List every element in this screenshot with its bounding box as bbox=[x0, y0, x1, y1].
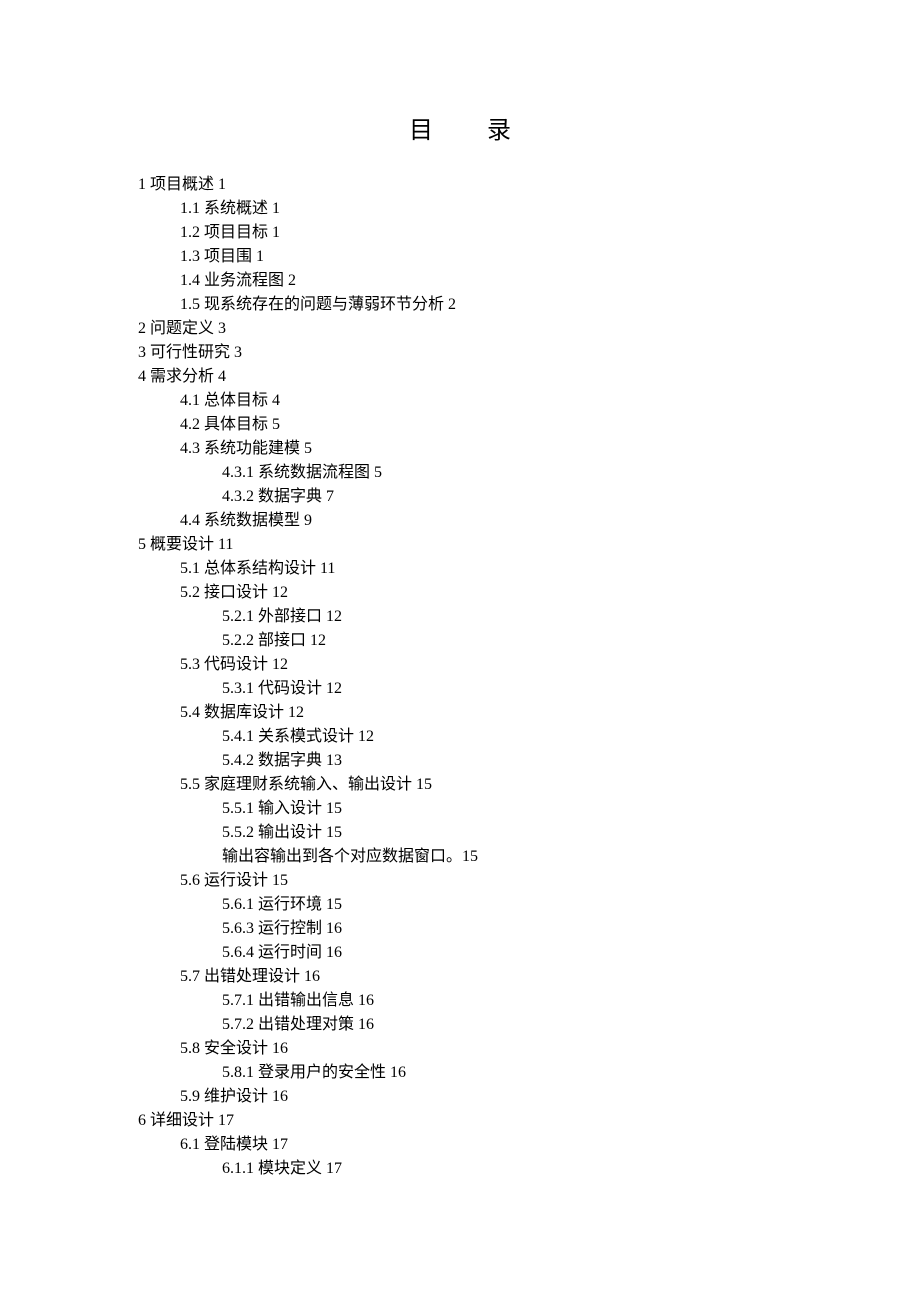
toc-entry: 1.5 现系统存在的问题与薄弱环节分析 2 bbox=[138, 293, 920, 317]
page-title: 目 录 bbox=[0, 110, 920, 145]
toc-entry: 5.1 总体系结构设计 11 bbox=[138, 557, 920, 581]
toc-entry: 4.4 系统数据模型 9 bbox=[138, 509, 920, 533]
toc-entry: 5.5 家庭理财系统输入、输出设计 15 bbox=[138, 773, 920, 797]
toc-entry: 4.2 具体目标 5 bbox=[138, 413, 920, 437]
toc-entry: 5.7.1 出错输出信息 16 bbox=[138, 989, 920, 1013]
toc-entry: 3 可行性研究 3 bbox=[138, 341, 920, 365]
toc-entry: 4.3 系统功能建模 5 bbox=[138, 437, 920, 461]
toc-entry: 5.9 维护设计 16 bbox=[138, 1085, 920, 1109]
toc-entry: 1.2 项目目标 1 bbox=[138, 221, 920, 245]
toc-entry: 5.2.2 部接口 12 bbox=[138, 629, 920, 653]
table-of-contents: 1 项目概述 11.1 系统概述 11.2 项目目标 11.3 项目围 11.4… bbox=[0, 173, 920, 1181]
toc-entry: 4.3.1 系统数据流程图 5 bbox=[138, 461, 920, 485]
toc-entry: 5.4.1 关系模式设计 12 bbox=[138, 725, 920, 749]
toc-entry: 5.6 运行设计 15 bbox=[138, 869, 920, 893]
toc-entry: 1.1 系统概述 1 bbox=[138, 197, 920, 221]
toc-entry: 5.6.1 运行环境 15 bbox=[138, 893, 920, 917]
toc-entry: 6 详细设计 17 bbox=[138, 1109, 920, 1133]
toc-entry: 1.4 业务流程图 2 bbox=[138, 269, 920, 293]
toc-entry: 5.2 接口设计 12 bbox=[138, 581, 920, 605]
toc-entry: 5.4 数据库设计 12 bbox=[138, 701, 920, 725]
toc-entry: 1.3 项目围 1 bbox=[138, 245, 920, 269]
toc-entry: 5.5.2 输出设计 15 bbox=[138, 821, 920, 845]
toc-entry: 5.5.1 输入设计 15 bbox=[138, 797, 920, 821]
toc-entry: 4 需求分析 4 bbox=[138, 365, 920, 389]
toc-entry: 6.1.1 模块定义 17 bbox=[138, 1157, 920, 1181]
toc-entry: 5.4.2 数据字典 13 bbox=[138, 749, 920, 773]
toc-entry: 5.8 安全设计 16 bbox=[138, 1037, 920, 1061]
toc-entry: 输出容输出到各个对应数据窗口。15 bbox=[138, 845, 920, 869]
toc-entry: 5.6.3 运行控制 16 bbox=[138, 917, 920, 941]
toc-entry: 2 问题定义 3 bbox=[138, 317, 920, 341]
toc-entry: 4.1 总体目标 4 bbox=[138, 389, 920, 413]
toc-entry: 1 项目概述 1 bbox=[138, 173, 920, 197]
toc-entry: 5.2.1 外部接口 12 bbox=[138, 605, 920, 629]
toc-entry: 5.8.1 登录用户的安全性 16 bbox=[138, 1061, 920, 1085]
toc-entry: 4.3.2 数据字典 7 bbox=[138, 485, 920, 509]
toc-entry: 5.3 代码设计 12 bbox=[138, 653, 920, 677]
toc-entry: 5 概要设计 11 bbox=[138, 533, 920, 557]
toc-entry: 5.7 出错处理设计 16 bbox=[138, 965, 920, 989]
toc-entry: 5.3.1 代码设计 12 bbox=[138, 677, 920, 701]
toc-entry: 5.6.4 运行时间 16 bbox=[138, 941, 920, 965]
toc-entry: 6.1 登陆模块 17 bbox=[138, 1133, 920, 1157]
toc-entry: 5.7.2 出错处理对策 16 bbox=[138, 1013, 920, 1037]
